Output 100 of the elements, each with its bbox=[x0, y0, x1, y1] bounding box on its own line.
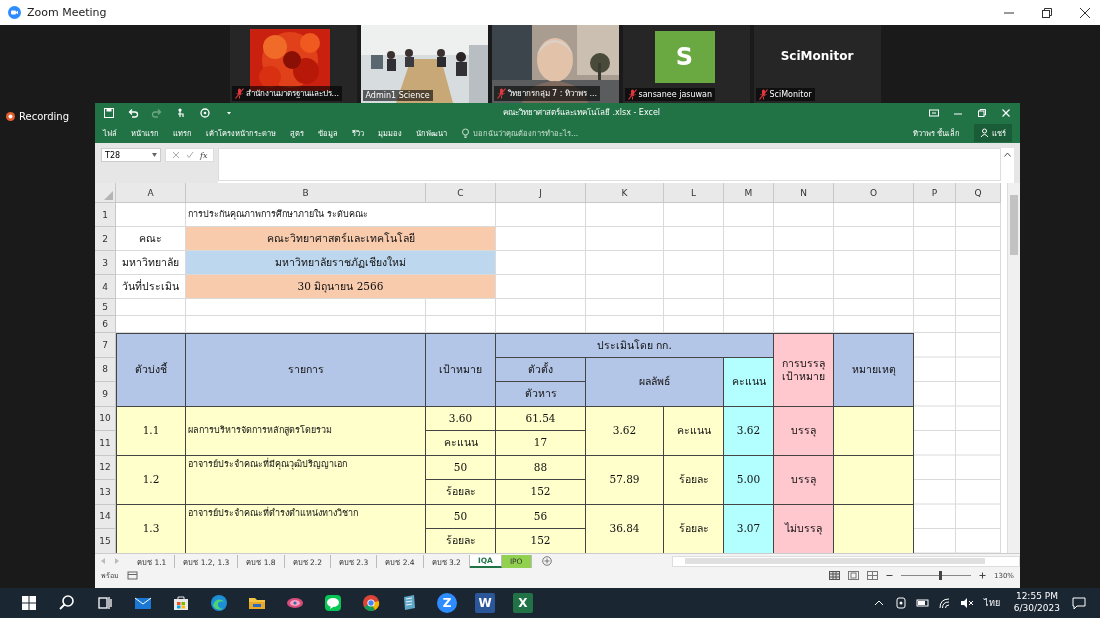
column-header[interactable]: Q bbox=[956, 183, 1001, 203]
table-cell: คะแนน bbox=[724, 357, 774, 407]
table-cell: 17 bbox=[496, 431, 586, 456]
table-cell: 1.1 bbox=[116, 406, 186, 456]
column-header[interactable]: L bbox=[664, 183, 724, 203]
column-header[interactable]: M bbox=[724, 183, 774, 203]
name-box[interactable]: T28 bbox=[101, 148, 161, 162]
camera-icon[interactable] bbox=[893, 596, 908, 610]
add-sheet-icon[interactable] bbox=[541, 556, 552, 566]
table-cell: 3.62 bbox=[586, 406, 664, 456]
column-header[interactable]: C bbox=[426, 183, 496, 203]
video-tile[interactable]: SciMonitor SciMonitor bbox=[753, 25, 881, 103]
column-header[interactable]: O bbox=[834, 183, 914, 203]
battery-icon[interactable] bbox=[915, 596, 930, 610]
table-cell: หมายเหตุ bbox=[834, 333, 914, 407]
table-cell: 88 bbox=[496, 455, 586, 480]
table-cell: ร้อยละ bbox=[664, 504, 724, 553]
window-title: คณะวิทยาศาสตร์และเทคโนโลยี .xlsx - Excel bbox=[501, 107, 662, 119]
table-cell: ประเมินโดย กก. bbox=[496, 333, 774, 358]
row-header[interactable]: 7 bbox=[95, 333, 116, 358]
browser-icon[interactable] bbox=[209, 593, 229, 613]
row-header[interactable]: 13 bbox=[95, 480, 116, 505]
page-layout-icon[interactable] bbox=[848, 571, 859, 580]
row-header[interactable]: 10 bbox=[95, 406, 116, 431]
word-app-icon[interactable]: W bbox=[475, 593, 495, 613]
collapse-icon[interactable] bbox=[1004, 152, 1011, 157]
lightbulb-icon bbox=[461, 127, 470, 138]
table-cell: 152 bbox=[496, 529, 586, 553]
column-header[interactable]: A bbox=[116, 183, 186, 203]
excel-app-icon[interactable]: X bbox=[513, 593, 533, 613]
volume-muted-icon[interactable] bbox=[959, 596, 974, 610]
table-cell: คณะวิทยาศาสตร์และเทคโนโลยี bbox=[186, 227, 496, 251]
table-cell: ผลลัพธ์ bbox=[586, 357, 724, 407]
clock-time[interactable]: 12:55 PM bbox=[1015, 591, 1058, 603]
table-cell: 61.54 bbox=[496, 406, 586, 431]
window-title: Zoom Meeting bbox=[27, 6, 107, 19]
ribbon-display-icon[interactable] bbox=[928, 106, 940, 119]
table-cell: 50 bbox=[426, 455, 496, 480]
close-icon[interactable] bbox=[1000, 106, 1012, 119]
windows-start-icon[interactable] bbox=[19, 593, 39, 613]
video-tile[interactable]: S sansanee jasuwan bbox=[622, 25, 750, 103]
undo-icon[interactable] bbox=[127, 106, 139, 119]
table-cell: 57.89 bbox=[586, 455, 664, 505]
row-header[interactable]: 14 bbox=[95, 504, 116, 529]
language-indicator[interactable]: ไทย bbox=[983, 596, 1000, 610]
row-header[interactable]: 15 bbox=[95, 529, 116, 553]
row-header[interactable]: 1 bbox=[95, 203, 116, 227]
row-header[interactable]: 11 bbox=[95, 431, 116, 456]
restore-icon[interactable] bbox=[976, 106, 988, 119]
save-icon[interactable] bbox=[103, 106, 115, 119]
touch-mode-icon[interactable] bbox=[175, 106, 187, 119]
row-header[interactable]: 2 bbox=[95, 227, 116, 251]
restore-icon[interactable] bbox=[1040, 5, 1054, 20]
chat-icon[interactable] bbox=[323, 593, 343, 613]
notification-icon[interactable] bbox=[1072, 596, 1086, 610]
table-cell: ไม่บรรลุ bbox=[774, 504, 834, 553]
toolbar-customize-icon[interactable] bbox=[199, 106, 211, 119]
clock-date[interactable]: 6/30/2023 bbox=[1013, 603, 1060, 615]
column-header[interactable]: P bbox=[914, 183, 956, 203]
zoom-out-icon[interactable] bbox=[886, 572, 893, 579]
browser-icon[interactable] bbox=[361, 593, 381, 613]
table-cell: 36.84 bbox=[586, 504, 664, 553]
table-cell: 5.00 bbox=[724, 455, 774, 505]
insert-function-button[interactable]: fx bbox=[200, 150, 208, 160]
row-header[interactable]: 5 bbox=[95, 299, 116, 316]
column-header[interactable]: B bbox=[186, 183, 426, 203]
row-header[interactable]: 4 bbox=[95, 275, 116, 299]
table-cell: ตัวหาร bbox=[496, 382, 586, 407]
table-cell: ผลการบริหารจัดการหลักสูตรโดยรวม bbox=[186, 406, 426, 456]
table-cell: 1.2 bbox=[116, 455, 186, 505]
row-header[interactable]: 12 bbox=[95, 455, 116, 480]
row-header[interactable]: 3 bbox=[95, 251, 116, 275]
wifi-icon[interactable] bbox=[937, 596, 952, 610]
store-icon[interactable] bbox=[171, 593, 191, 613]
row-header[interactable]: 6 bbox=[95, 316, 116, 333]
column-header[interactable]: K bbox=[586, 183, 664, 203]
participant-name: วิทยากรกลุ่ม 7 : ทิวาพร ... bbox=[507, 88, 598, 100]
close-icon[interactable] bbox=[1078, 5, 1092, 20]
avatar-initial: S bbox=[654, 31, 715, 83]
horizontal-scrollbar[interactable] bbox=[671, 555, 1020, 567]
vertical-scrollbar[interactable] bbox=[1007, 183, 1020, 553]
table-cell: 30 มิถุนายน 2566 bbox=[186, 275, 496, 299]
video-tile[interactable]: Admin1 Science bbox=[360, 25, 488, 103]
zoom-in-icon[interactable] bbox=[979, 572, 986, 579]
table-cell: การบรรลุ เป้าหมาย bbox=[774, 333, 834, 407]
participant-display-name: SciMonitor bbox=[779, 49, 855, 63]
table-cell: คะแนน bbox=[426, 431, 496, 456]
video-tile[interactable]: วิทยากรกลุ่ม 7 : ทิวาพร ... bbox=[491, 25, 619, 103]
row-header[interactable]: 8 bbox=[95, 357, 116, 382]
column-header[interactable]: J bbox=[496, 183, 586, 203]
table-cell: ตัวบ่งชี้ bbox=[116, 333, 186, 407]
normal-view-icon[interactable] bbox=[829, 571, 840, 580]
page-break-icon[interactable] bbox=[867, 571, 878, 580]
macro-record-icon[interactable] bbox=[127, 571, 138, 580]
table-cell: รายการ bbox=[186, 333, 426, 407]
column-header[interactable]: N bbox=[774, 183, 834, 203]
participant-name: Admin1 Science bbox=[365, 91, 430, 100]
row-header[interactable]: 9 bbox=[95, 382, 116, 407]
zoom-logo-icon bbox=[8, 6, 21, 19]
check-icon[interactable] bbox=[186, 151, 194, 159]
